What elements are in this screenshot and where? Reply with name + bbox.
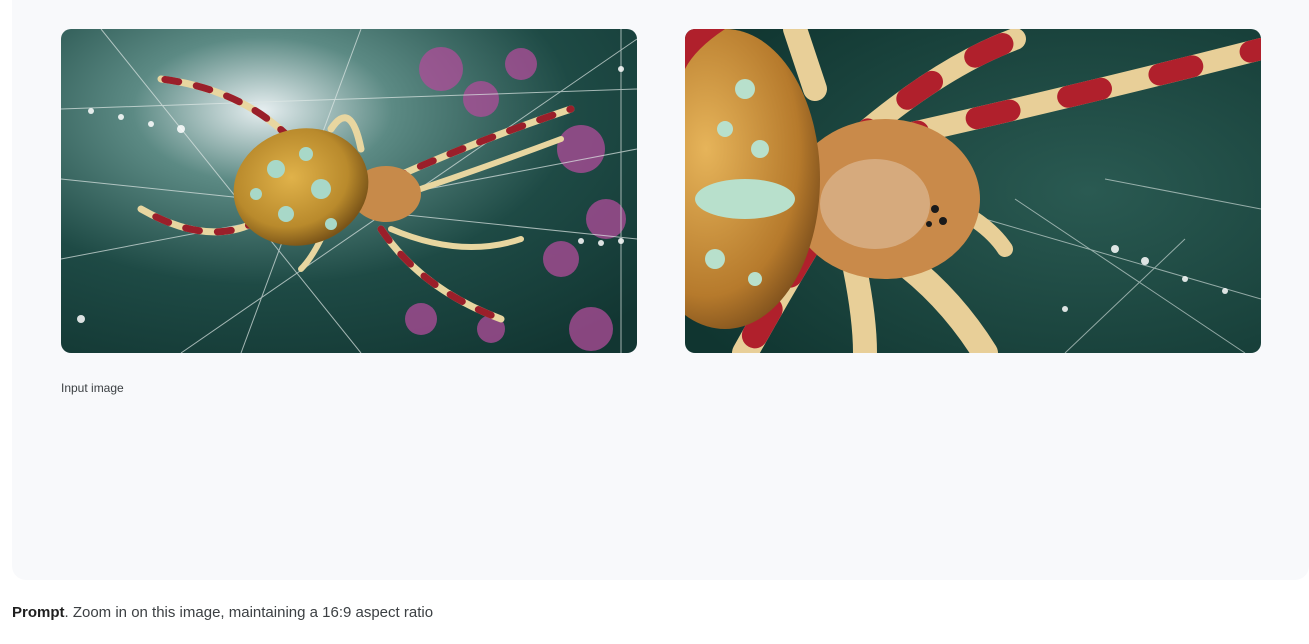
prompt-body: Zoom in on this image, maintaining a 16:… (68, 604, 434, 621)
input-image-caption: Input image (61, 381, 124, 395)
input-spider-illustration (61, 29, 637, 353)
prompt-text: Prompt. Zoom in on this image, maintaini… (12, 604, 433, 621)
prompt-label: Prompt (12, 604, 65, 621)
image-comparison-panel: Input image (12, 0, 1309, 580)
input-image[interactable] (61, 29, 637, 353)
output-image[interactable] (685, 29, 1261, 353)
zoomed-spider-illustration (685, 29, 1261, 353)
